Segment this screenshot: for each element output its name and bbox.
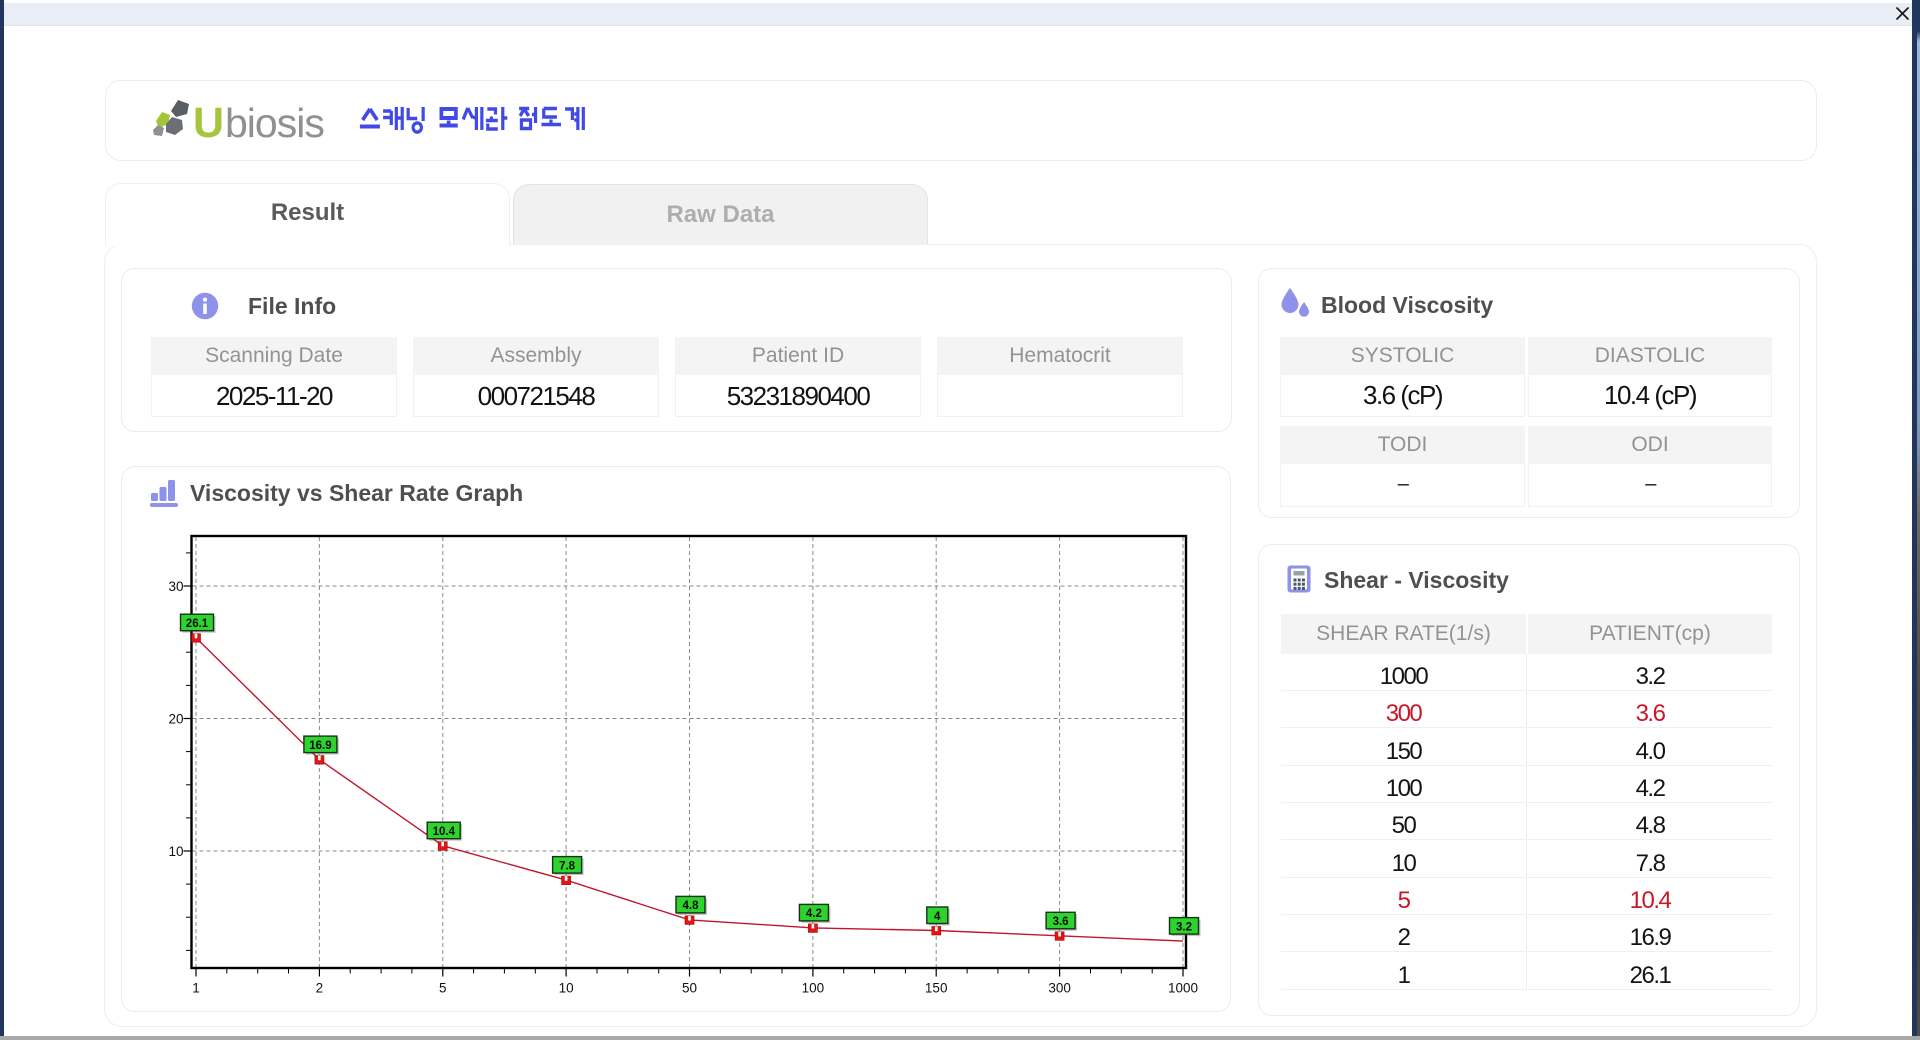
svg-text:26.1: 26.1 <box>186 618 209 630</box>
svg-text:4: 4 <box>934 911 941 923</box>
svg-text:4.2: 4.2 <box>806 908 822 920</box>
svg-text:10.4: 10.4 <box>433 826 456 838</box>
svg-text:30: 30 <box>168 579 183 594</box>
svg-text:150: 150 <box>925 981 948 996</box>
svg-text:U: U <box>193 99 223 144</box>
svg-text:3.6: 3.6 <box>1053 916 1069 928</box>
svg-text:16.9: 16.9 <box>309 740 331 752</box>
svg-text:10: 10 <box>168 844 183 859</box>
svg-text:10: 10 <box>559 981 574 996</box>
svg-text:3.2: 3.2 <box>1176 921 1192 933</box>
svg-text:20: 20 <box>168 712 183 727</box>
svg-text:4.8: 4.8 <box>683 900 700 912</box>
svg-text:100: 100 <box>802 981 825 996</box>
svg-text:1000: 1000 <box>1168 981 1198 996</box>
svg-text:5: 5 <box>439 981 447 996</box>
svg-text:1: 1 <box>192 981 200 996</box>
svg-text:2: 2 <box>316 981 324 996</box>
svg-text:7.8: 7.8 <box>559 860 576 872</box>
svg-text:biosis: biosis <box>225 100 324 144</box>
svg-text:50: 50 <box>682 981 697 996</box>
svg-text:300: 300 <box>1048 981 1071 996</box>
